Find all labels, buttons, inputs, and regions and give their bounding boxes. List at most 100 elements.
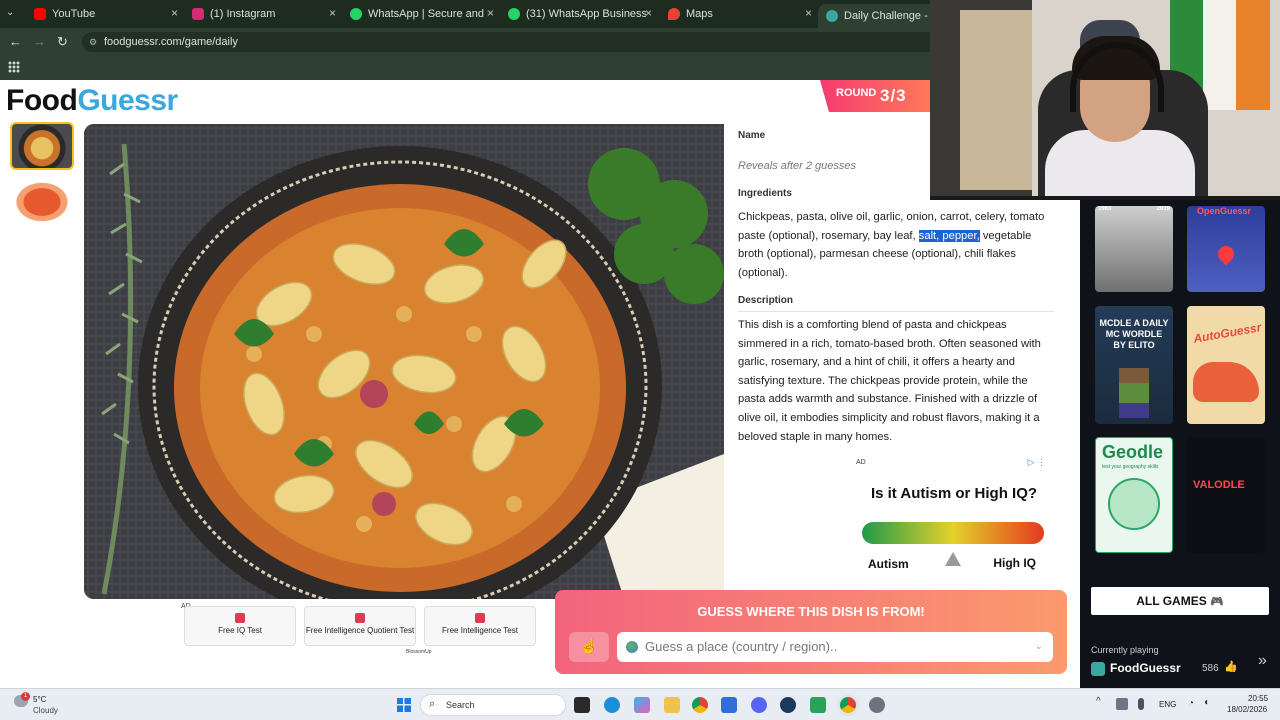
close-tab-icon[interactable]: × — [171, 6, 178, 20]
weather-temp: 5°C — [33, 695, 47, 704]
clock-time[interactable]: 20:55 — [1248, 694, 1268, 703]
game-subtitle: test your geography skills — [1102, 464, 1159, 470]
ad-right-label: High IQ — [993, 556, 1036, 570]
hint-button[interactable]: ☝ — [569, 632, 609, 662]
thumbs-up-icon[interactable]: 👍 — [1224, 660, 1238, 673]
windows-taskbar: 1 5°C Cloudy ⌕ Search ^ ENG ◔ ◖ 20:55 18… — [0, 688, 1280, 720]
steam-icon[interactable] — [780, 697, 796, 713]
globe-icon — [626, 641, 638, 653]
selected-text: salt, pepper, — [918, 229, 980, 242]
file-explorer-icon[interactable] — [664, 697, 680, 713]
microphone-icon[interactable] — [1138, 698, 1144, 710]
game-card-openguessr[interactable]: OpenGuessr — [1187, 206, 1265, 292]
dish-thumbnail-current[interactable] — [10, 122, 74, 170]
close-tab-icon[interactable]: × — [487, 6, 494, 20]
tab-label: (1) Instagram — [210, 8, 276, 20]
close-tab-icon[interactable]: × — [805, 6, 812, 20]
round-indicator: ROUND 3/3 — [820, 80, 932, 112]
guess-title: GUESS WHERE THIS DISH IS FROM! — [697, 604, 925, 619]
discord-icon[interactable] — [751, 697, 767, 713]
game-card-geodle[interactable]: Geodle test your geography skills — [1095, 437, 1173, 553]
ad-iq-test[interactable]: AD ▷ ⋮ Is it Autism or High IQ? Autism H… — [852, 456, 1056, 586]
game-card-monument[interactable]: 1963 2019 — [1095, 206, 1173, 292]
logo-food: Food — [6, 84, 78, 117]
instagram-icon — [192, 8, 204, 20]
year-left: 1963 — [1098, 206, 1112, 212]
tab-list-button[interactable]: ⌄ — [6, 7, 14, 18]
maps-icon — [668, 8, 680, 20]
tab-whatsapp-business[interactable]: (31) WhatsApp Business × — [500, 4, 658, 24]
map-pin-icon — [1214, 242, 1238, 266]
currently-playing-label: Currently playing — [1091, 645, 1159, 655]
search-icon: ⌕ — [429, 698, 436, 710]
ad-free-intelligence-quotient-test[interactable]: Free Intelligence Quotient Test — [304, 606, 416, 646]
all-games-label: ALL GAMES — [1136, 594, 1207, 608]
url-field[interactable]: ⚙ foodguessr.com/game/daily — [82, 32, 942, 52]
taskbar-search-label: Search — [446, 700, 475, 710]
ad-title: Is it Autism or High IQ? — [870, 485, 1038, 502]
tab-foodguessr-active[interactable]: Daily Challenge - Food — [818, 4, 938, 28]
description-text: This dish is a comforting blend of pasta… — [738, 319, 1041, 443]
year-right: 2019 — [1156, 206, 1170, 212]
close-tab-icon[interactable]: × — [645, 6, 652, 20]
clock-date[interactable]: 18/02/2026 — [1227, 705, 1267, 714]
volume-icon[interactable]: ◖ — [1203, 697, 1209, 708]
tab-youtube[interactable]: YouTube × — [26, 4, 184, 24]
likes-count: 586 — [1202, 663, 1219, 674]
ad-free-intelligence-test[interactable]: Free Intelligence Test — [424, 606, 536, 646]
ad-item-label: Free Intelligence Quotient Test — [305, 626, 415, 635]
foodguessr-logo[interactable]: FoodGuessr — [6, 84, 178, 118]
dish-thumbnail-previous[interactable] — [10, 178, 74, 226]
chrome-icon[interactable] — [692, 697, 708, 713]
windows-start-icon[interactable] — [397, 698, 411, 712]
notification-badge: 1 — [21, 692, 30, 701]
game-card-autoguessr[interactable]: AutoGuessr — [1187, 306, 1265, 424]
close-tab-icon[interactable]: × — [329, 6, 336, 20]
game-title: VALODLE — [1193, 479, 1245, 491]
description-label: Description — [738, 295, 794, 306]
tray-icon[interactable] — [1116, 698, 1128, 710]
copilot-icon[interactable] — [634, 697, 650, 713]
ad-slider-marker — [945, 552, 961, 566]
app-icon[interactable] — [810, 697, 826, 713]
adchoices-icon[interactable]: ▷ ⋮ — [1028, 457, 1046, 468]
edge-icon[interactable] — [604, 697, 620, 713]
currently-playing-section: Currently playing FoodGuessr 586 👍 » — [1080, 632, 1280, 688]
tab-label: (31) WhatsApp Business — [526, 8, 646, 20]
all-games-button[interactable]: ALL GAMES 🎮 — [1091, 587, 1269, 615]
ad-free-iq-test[interactable]: Free IQ Test — [184, 606, 296, 646]
car-illustration — [1193, 362, 1259, 402]
task-view-icon[interactable] — [574, 697, 590, 713]
ad-brand: BlossomUp — [406, 649, 432, 655]
wifi-icon[interactable]: ◔ — [1188, 698, 1194, 709]
guess-panel: GUESS WHERE THIS DISH IS FROM! ☝ Guess a… — [555, 590, 1067, 674]
dish-photo-illustration — [84, 124, 724, 599]
tab-whatsapp[interactable]: WhatsApp | Secure and Reliabl × — [342, 4, 500, 24]
ad-item-label: Free Intelligence Test — [442, 626, 518, 635]
settings-icon[interactable] — [869, 697, 885, 713]
game-card-mcdle[interactable]: MCDLE A DAILY MC WORDLE BY ELITO — [1095, 306, 1173, 424]
logo-guessr: Guessr — [77, 84, 178, 117]
game-card-valodle[interactable]: VALODLE — [1187, 437, 1265, 553]
store-icon[interactable] — [721, 697, 737, 713]
forward-icon[interactable]: → — [33, 34, 46, 49]
ad-item-icon — [475, 613, 485, 623]
ad-gradient-bar — [862, 522, 1044, 544]
expand-chevron-icon[interactable]: » — [1258, 652, 1267, 670]
whatsapp-business-icon — [508, 8, 520, 20]
tray-chevron-icon[interactable]: ^ — [1096, 696, 1101, 707]
language-indicator[interactable]: ENG — [1159, 700, 1176, 709]
apps-grid-icon[interactable] — [8, 61, 20, 73]
reload-icon[interactable]: ↻ — [57, 34, 68, 50]
tab-maps[interactable]: Maps × — [660, 4, 818, 24]
dish-photo — [84, 124, 724, 599]
chrome-active-icon[interactable] — [840, 697, 856, 713]
tab-instagram[interactable]: (1) Instagram × — [184, 4, 342, 24]
taskbar-search[interactable]: ⌕ Search — [420, 694, 566, 716]
guess-input[interactable]: Guess a place (country / region).. ⌄ — [617, 632, 1053, 662]
ingredients-text: Chickpeas, pasta, olive oil, garlic, oni… — [738, 208, 1056, 282]
url-text: foodguessr.com/game/daily — [104, 36, 238, 48]
ad-item-icon — [355, 613, 365, 623]
back-icon[interactable]: ← — [9, 34, 22, 49]
site-info-icon[interactable]: ⚙ — [89, 32, 97, 52]
